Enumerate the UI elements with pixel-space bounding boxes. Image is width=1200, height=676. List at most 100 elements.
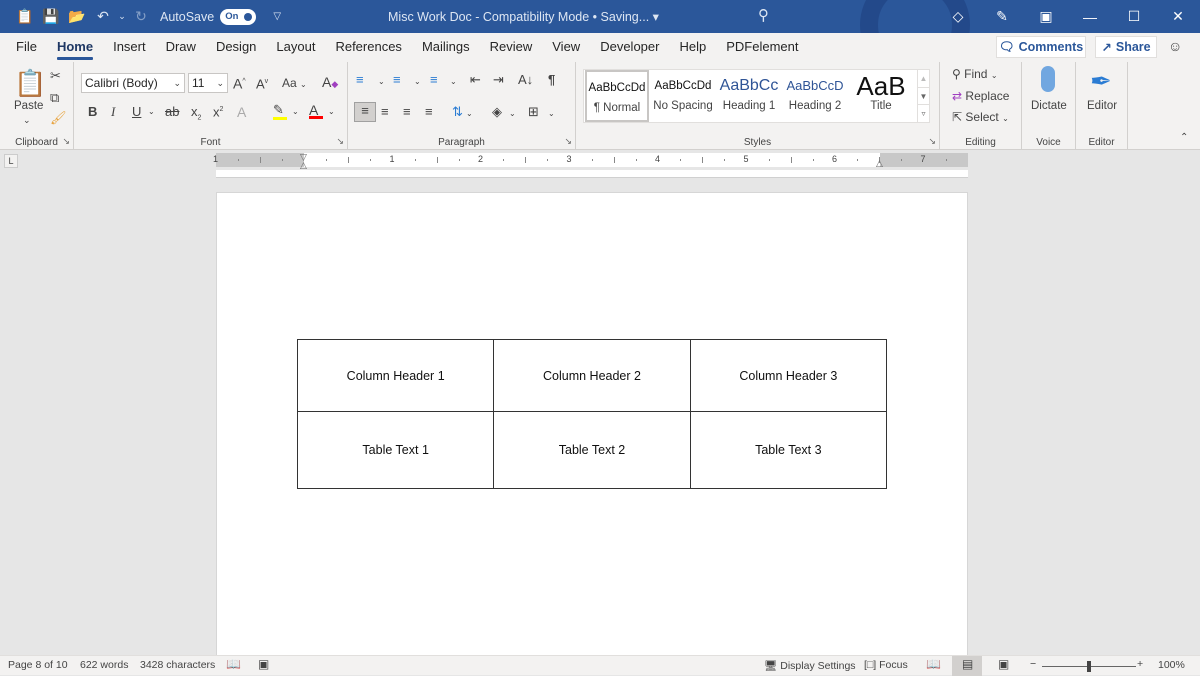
font-color-dropdown-icon[interactable]: ⌄ (328, 104, 335, 120)
highlight-color-button[interactable]: ✎ (273, 102, 287, 120)
tab-mailings[interactable]: Mailings (412, 33, 480, 62)
borders-dropdown-icon[interactable]: ⌄ (548, 106, 555, 122)
tab-help[interactable]: Help (669, 33, 716, 62)
multilevel-dropdown-icon[interactable]: ⌄ (450, 74, 457, 90)
tab-selector[interactable]: L (4, 154, 18, 168)
table-header-cell[interactable]: Column Header 2 (493, 339, 691, 412)
horizontal-ruler[interactable]: 11234567 ▽ △ △ (213, 152, 968, 170)
style-heading-1[interactable]: AaBbCc Heading 1 (717, 70, 781, 122)
autosave[interactable]: AutoSave On (160, 8, 257, 25)
table-header-cell[interactable]: Column Header 3 (689, 339, 888, 412)
tab-pdfelement[interactable]: PDFelement (716, 33, 808, 62)
save-icon[interactable]: 💾 (38, 4, 64, 30)
increase-indent-icon[interactable]: ⇥ (493, 72, 504, 88)
font-size-select[interactable]: 11 ⌄ (188, 73, 228, 93)
premium-diamond-icon[interactable]: ◇ (936, 8, 980, 25)
bullets-dropdown-icon[interactable]: ⌄ (378, 74, 385, 90)
tab-developer[interactable]: Developer (590, 33, 669, 62)
clear-formatting-icon[interactable]: A◆ (322, 74, 338, 92)
maximize-button[interactable]: ☐ (1112, 8, 1156, 25)
cut-icon[interactable]: ✂ (50, 68, 61, 84)
editor-button[interactable]: Editor (1087, 98, 1117, 114)
undo-icon[interactable]: ↶ (90, 4, 116, 30)
show-formatting-icon[interactable]: ¶ (548, 72, 555, 88)
copy-icon[interactable]: ⧉ (50, 90, 59, 106)
numbering-icon[interactable]: ≡ (393, 72, 401, 88)
tab-insert[interactable]: Insert (103, 33, 156, 62)
sort-icon[interactable]: A↓ (518, 72, 533, 88)
zoom-slider-thumb[interactable] (1087, 661, 1091, 672)
subscript-button[interactable]: x2 (191, 104, 201, 127)
tab-view[interactable]: View (542, 33, 590, 62)
styles-launcher-icon[interactable]: ↘ (928, 136, 936, 147)
print-layout-icon[interactable]: ▤ (962, 657, 973, 671)
word-count[interactable]: 622 words (80, 659, 128, 671)
styles-more-icon[interactable]: ▿ (918, 104, 929, 121)
align-left-button[interactable]: ≡ (354, 102, 376, 122)
microphone-icon[interactable] (1041, 66, 1055, 92)
focus-button[interactable]: [□] Focus (864, 659, 908, 671)
superscript-button[interactable]: x2 (213, 102, 223, 120)
find-button[interactable]: ⚲ Find ⌄ (952, 66, 998, 84)
borders-icon[interactable]: ⊞ (528, 104, 539, 120)
tab-file[interactable]: File (6, 33, 47, 62)
highlight-dropdown-icon[interactable]: ⌄ (292, 104, 299, 120)
search-icon[interactable]: ⚲ (758, 6, 769, 24)
paste-dropdown-icon[interactable]: ⌄ (23, 112, 31, 128)
share-button[interactable]: ↗ Share (1095, 36, 1157, 58)
scroll-up-icon[interactable]: ▲ (918, 70, 929, 87)
style-normal[interactable]: AaBbCcDd ¶ Normal (585, 70, 649, 122)
tab-design[interactable]: Design (206, 33, 266, 62)
clipboard-launcher-icon[interactable]: ↘ (62, 136, 70, 147)
line-spacing-icon[interactable]: ⇅ (452, 104, 463, 120)
strikethrough-button[interactable]: ab (165, 104, 179, 120)
right-indent-marker[interactable]: △ (876, 158, 883, 169)
style-title[interactable]: AaB Title (849, 70, 913, 122)
display-settings-button[interactable]: 🖥 Display Settings (764, 659, 856, 672)
proofing-icon[interactable]: 📖 (226, 657, 241, 671)
minimize-button[interactable]: — (1068, 9, 1112, 25)
character-count[interactable]: 3428 characters (140, 659, 215, 671)
collapse-ribbon-icon[interactable]: ⌃ (1180, 130, 1188, 146)
ribbon-display-icon[interactable]: ▣ (1024, 8, 1068, 25)
style-heading-2[interactable]: AaBbCcD Heading 2 (783, 70, 847, 122)
font-launcher-icon[interactable]: ↘ (336, 136, 344, 147)
presence-icon[interactable]: ☺ (1168, 38, 1182, 54)
tab-references[interactable]: References (325, 33, 411, 62)
tab-layout[interactable]: Layout (266, 33, 325, 62)
style-no-spacing[interactable]: AaBbCcDd No Spacing (651, 70, 715, 122)
table-cell[interactable]: Table Text 1 (296, 411, 495, 489)
accessibility-icon[interactable]: ▣ (258, 657, 269, 671)
change-case-button[interactable]: Aa ⌄ (282, 75, 307, 93)
italic-button[interactable]: I (111, 104, 115, 120)
styles-scroll[interactable]: ▲ ▼ ▿ (917, 69, 930, 123)
align-right-button[interactable]: ≡ (403, 104, 411, 120)
page-count[interactable]: Page 8 of 10 (8, 659, 68, 671)
save-as-icon[interactable]: 📋 (12, 4, 38, 30)
tab-review[interactable]: Review (480, 33, 543, 62)
grow-font-icon[interactable]: A^ (233, 74, 246, 92)
shading-dropdown-icon[interactable]: ⌄ (509, 106, 516, 122)
replace-button[interactable]: ⇄ Replace (952, 88, 1009, 104)
font-name-select[interactable]: Calibri (Body) ⌄ (81, 73, 185, 93)
tab-home[interactable]: Home (47, 33, 103, 62)
multilevel-list-icon[interactable]: ≡ (430, 72, 438, 88)
redo-icon[interactable]: ↻ (128, 4, 154, 30)
table-cell[interactable]: Table Text 3 (689, 411, 888, 489)
zoom-level[interactable]: 100% (1158, 659, 1185, 671)
close-button[interactable]: ✕ (1156, 8, 1200, 25)
underline-button[interactable]: U (132, 104, 141, 120)
scroll-down-icon[interactable]: ▼ (918, 87, 929, 104)
autosave-toggle[interactable]: On (220, 8, 257, 25)
comments-button[interactable]: 🗨 Comments (996, 36, 1086, 58)
document-page[interactable]: Column Header 1 Column Header 2 Column H… (216, 192, 968, 662)
document-title[interactable]: Misc Work Doc - Compatibility Mode • Sav… (388, 9, 659, 24)
web-layout-icon[interactable]: ▣ (998, 657, 1009, 671)
decrease-indent-icon[interactable]: ⇤ (470, 72, 481, 88)
table-cell[interactable]: Table Text 2 (493, 411, 691, 489)
bullets-icon[interactable]: ≡ (356, 72, 364, 88)
dictate-button[interactable]: Dictate (1031, 98, 1067, 114)
underline-dropdown-icon[interactable]: ⌄ (148, 104, 155, 120)
zoom-out-button[interactable]: − (1030, 658, 1036, 670)
undo-dropdown-icon[interactable]: ⌄ (116, 4, 128, 30)
